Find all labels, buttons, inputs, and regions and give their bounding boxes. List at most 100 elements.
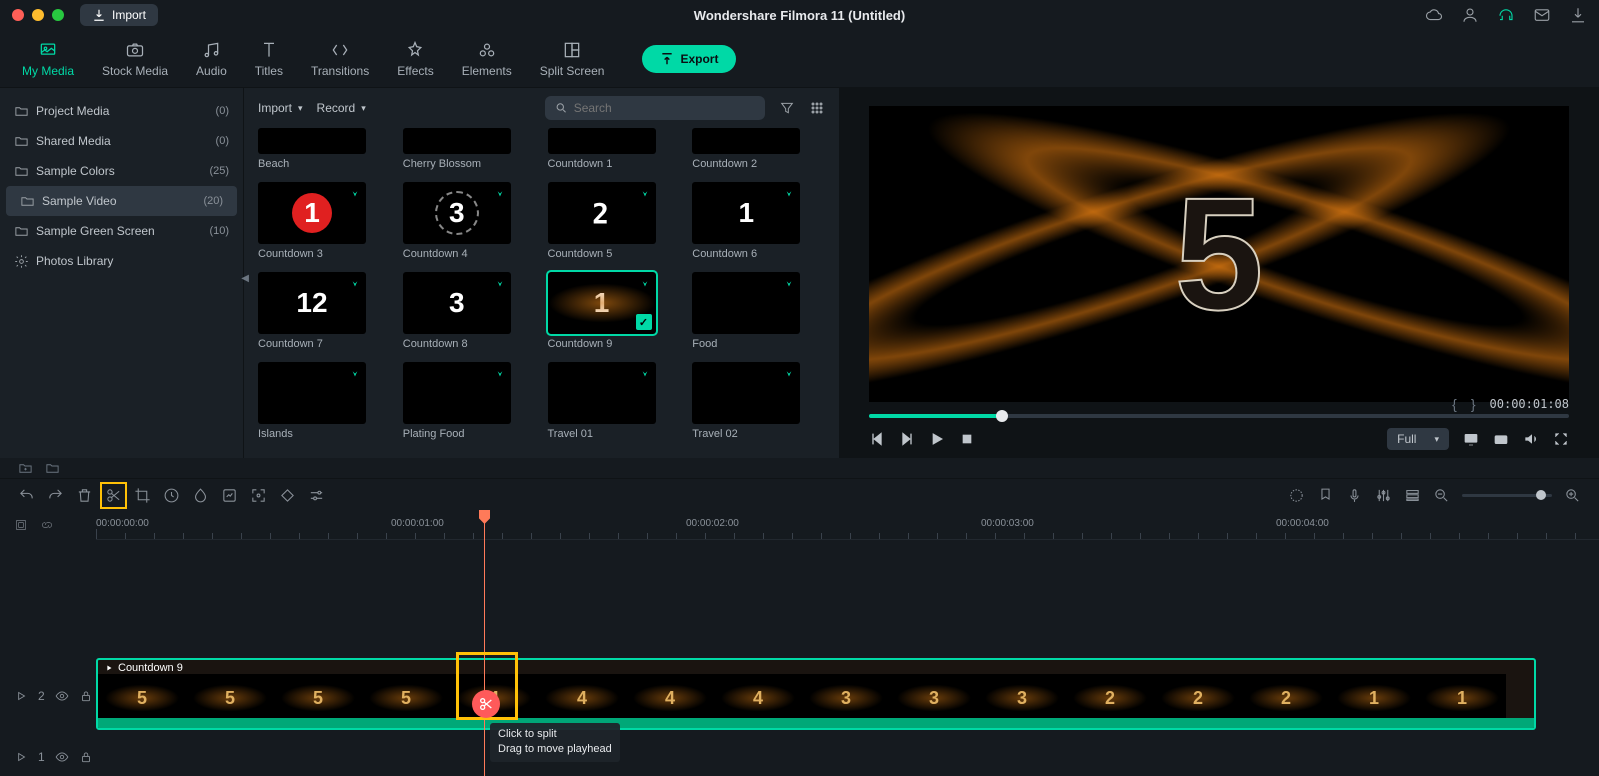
- tab-my-media[interactable]: My Media: [8, 34, 88, 84]
- mixer-button[interactable]: [1375, 487, 1392, 504]
- import-button[interactable]: Import: [80, 4, 158, 26]
- preview-seek-bar[interactable]: [869, 414, 1569, 418]
- maximize-window-button[interactable]: [52, 9, 64, 21]
- sidebar-item-project-media[interactable]: Project Media(0): [0, 96, 243, 126]
- adjust-button[interactable]: [308, 487, 325, 504]
- playhead-line[interactable]: [484, 512, 485, 776]
- next-frame-button[interactable]: [899, 431, 915, 447]
- split-scissors-cursor[interactable]: [472, 690, 500, 718]
- stop-button[interactable]: [959, 431, 975, 447]
- lock-icon[interactable]: [79, 750, 93, 764]
- sidebar-item-sample-video[interactable]: Sample Video(20): [6, 186, 237, 216]
- media-thumb-travel-02[interactable]: Travel 02: [692, 362, 825, 440]
- undo-button[interactable]: [18, 487, 35, 504]
- sidebar-item-shared-media[interactable]: Shared Media(0): [0, 126, 243, 156]
- zoom-slider[interactable]: [1462, 494, 1552, 497]
- media-thumb-countdown-4[interactable]: 3Countdown 4: [403, 182, 536, 260]
- sidebar-item-photos-library[interactable]: Photos Library: [0, 246, 243, 276]
- new-folder-icon[interactable]: [18, 461, 33, 476]
- grid-view-icon[interactable]: [809, 100, 825, 116]
- media-thumb-plating-food[interactable]: Plating Food: [403, 362, 536, 440]
- delete-button[interactable]: [76, 487, 93, 504]
- mark-in-brace[interactable]: {: [1452, 396, 1457, 412]
- account-icon[interactable]: [1461, 6, 1479, 24]
- tab-effects[interactable]: Effects: [383, 34, 447, 84]
- speed-button[interactable]: [163, 487, 180, 504]
- color-button[interactable]: [192, 487, 209, 504]
- zoom-out-button[interactable]: [1433, 487, 1450, 504]
- zoom-in-button[interactable]: [1564, 487, 1581, 504]
- filter-icon[interactable]: [779, 100, 795, 116]
- snapshot-icon[interactable]: [1493, 431, 1509, 447]
- voiceover-button[interactable]: [1346, 487, 1363, 504]
- tab-stock-media[interactable]: Stock Media: [88, 34, 182, 84]
- split-button[interactable]: [105, 487, 122, 504]
- media-thumb-countdown-5[interactable]: 2Countdown 5: [548, 182, 681, 260]
- media-thumb-countdown-9[interactable]: 1✓Countdown 9: [548, 272, 681, 350]
- tab-transitions[interactable]: Transitions: [297, 34, 383, 84]
- import-dropdown[interactable]: Import: [258, 101, 303, 115]
- media-thumb-countdown-7[interactable]: 12Countdown 7: [258, 272, 391, 350]
- visibility-icon[interactable]: [55, 689, 69, 703]
- clip-type-icon: [104, 663, 114, 673]
- display-icon[interactable]: [1463, 431, 1479, 447]
- clip-frame: 1: [1418, 674, 1506, 722]
- mask-button[interactable]: [250, 487, 267, 504]
- track-manager-button[interactable]: [1404, 487, 1421, 504]
- timeline[interactable]: 00:00:00:0000:00:01:0000:00:02:0000:00:0…: [0, 512, 1599, 776]
- green-screen-button[interactable]: [221, 487, 238, 504]
- crop-button[interactable]: [134, 487, 151, 504]
- tab-split-screen[interactable]: Split Screen: [526, 34, 619, 84]
- media-thumb-beach[interactable]: Beach: [258, 128, 391, 170]
- titlebar: Import Wondershare Filmora 11 (Untitled): [0, 0, 1599, 30]
- media-thumb-countdown-2[interactable]: Countdown 2: [692, 128, 825, 170]
- close-window-button[interactable]: [12, 9, 24, 21]
- marker-button[interactable]: [1317, 487, 1334, 504]
- sidebar-item-sample-green-screen[interactable]: Sample Green Screen(10): [0, 216, 243, 246]
- lock-icon[interactable]: [79, 689, 93, 703]
- seek-knob[interactable]: [996, 410, 1008, 422]
- media-thumb-food[interactable]: Food: [692, 272, 825, 350]
- media-thumb-countdown-3[interactable]: 1Countdown 3: [258, 182, 391, 260]
- play-button[interactable]: [929, 431, 945, 447]
- timeline-clip[interactable]: Countdown 9 5555444433322211: [96, 658, 1536, 730]
- clip-frame: 5: [274, 674, 362, 722]
- search-field[interactable]: [545, 96, 765, 120]
- export-button[interactable]: Export: [642, 45, 736, 73]
- tab-elements[interactable]: Elements: [448, 34, 526, 84]
- headset-icon[interactable]: [1497, 6, 1515, 24]
- tab-titles[interactable]: Titles: [241, 34, 297, 84]
- redo-button[interactable]: [47, 487, 64, 504]
- record-dropdown[interactable]: Record: [317, 101, 366, 115]
- tab-audio[interactable]: Audio: [182, 34, 241, 84]
- mail-icon[interactable]: [1533, 6, 1551, 24]
- folder-icon[interactable]: [45, 461, 60, 476]
- visibility-icon[interactable]: [55, 750, 69, 764]
- search-input[interactable]: [574, 101, 755, 115]
- timeline-options-icon[interactable]: [14, 518, 28, 532]
- volume-icon[interactable]: [1523, 431, 1539, 447]
- timeline-ruler[interactable]: 00:00:00:0000:00:01:0000:00:02:0000:00:0…: [96, 512, 1599, 540]
- sidebar-collapse-handle[interactable]: ◀: [241, 273, 249, 284]
- clip-frame: 4: [714, 674, 802, 722]
- download-icon[interactable]: [1569, 6, 1587, 24]
- media-thumb-countdown-8[interactable]: 3Countdown 8: [403, 272, 536, 350]
- keyframe-button[interactable]: [279, 487, 296, 504]
- minimize-window-button[interactable]: [32, 9, 44, 21]
- render-button[interactable]: [1288, 487, 1305, 504]
- media-thumb-countdown-1[interactable]: Countdown 1: [548, 128, 681, 170]
- clip-frame: 2: [1242, 674, 1330, 722]
- import-button-label: Import: [112, 8, 146, 22]
- media-thumb-islands[interactable]: Islands: [258, 362, 391, 440]
- media-thumb-cherry-blossom[interactable]: Cherry Blossom: [403, 128, 536, 170]
- mark-out-brace[interactable]: }: [1471, 396, 1476, 412]
- preview-monitor[interactable]: 5: [869, 106, 1569, 402]
- sidebar-item-sample-colors[interactable]: Sample Colors(25): [0, 156, 243, 186]
- prev-frame-button[interactable]: [869, 431, 885, 447]
- link-icon[interactable]: [40, 518, 54, 532]
- preview-quality-select[interactable]: Full: [1387, 428, 1449, 450]
- media-thumb-travel-01[interactable]: Travel 01: [548, 362, 681, 440]
- media-thumb-countdown-6[interactable]: 1Countdown 6: [692, 182, 825, 260]
- cloud-icon[interactable]: [1425, 6, 1443, 24]
- fullscreen-icon[interactable]: [1553, 431, 1569, 447]
